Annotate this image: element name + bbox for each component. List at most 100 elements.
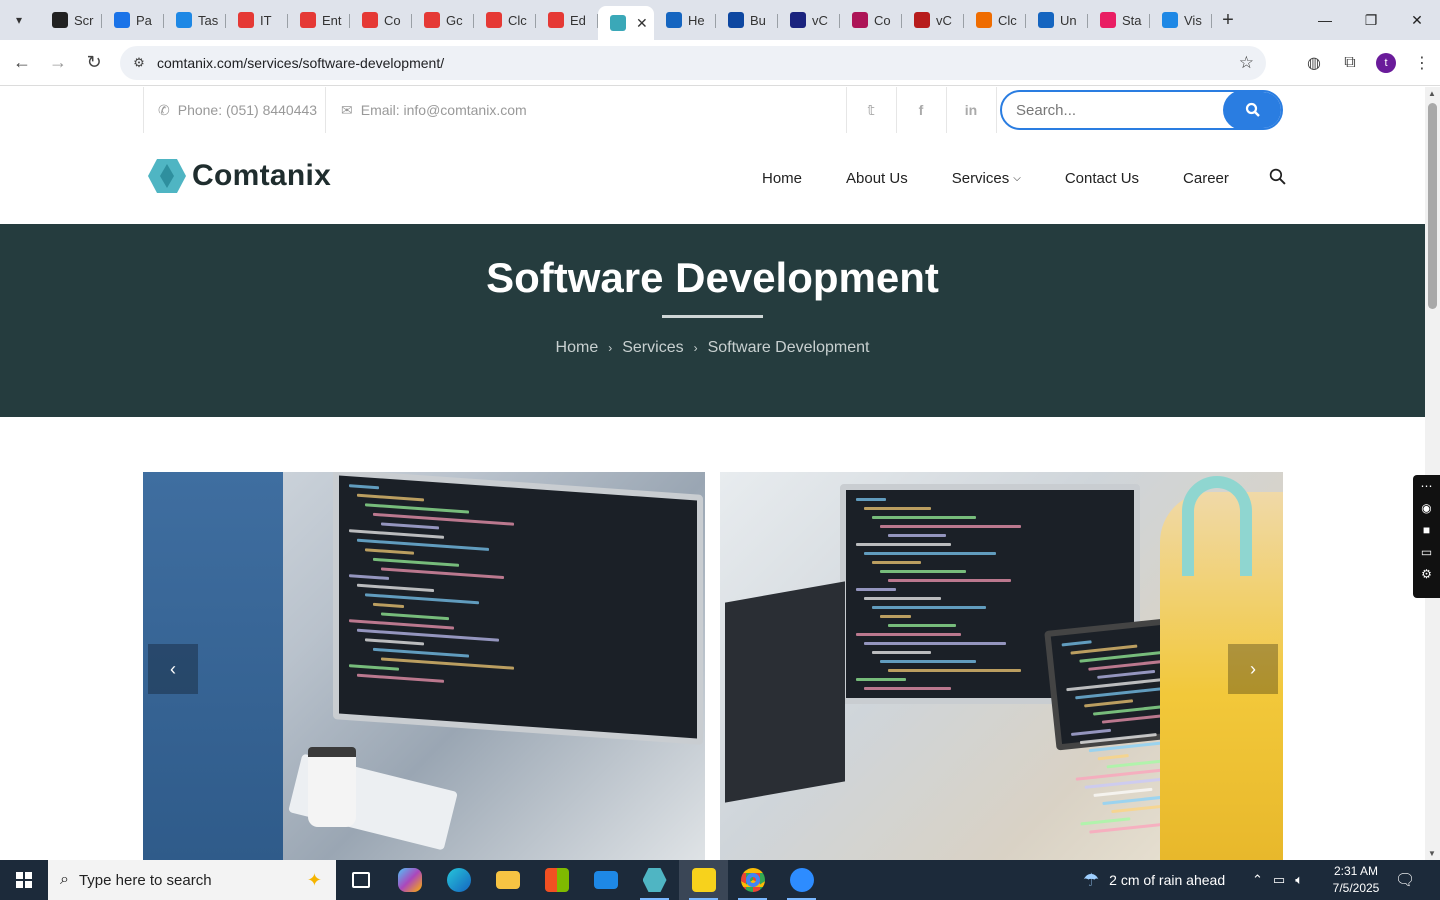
network-icon[interactable]: ▭: [1273, 872, 1285, 888]
page-scrollbar[interactable]: ▲ ▼: [1425, 87, 1440, 860]
logo[interactable]: Comtanix: [148, 159, 331, 193]
copilot-app-icon[interactable]: [385, 860, 434, 900]
email-text[interactable]: Email: info@comtanix.com: [361, 102, 527, 118]
forward-button[interactable]: →: [40, 45, 76, 81]
browser-tab[interactable]: vC: [778, 5, 840, 35]
file-explorer-icon[interactable]: [483, 860, 532, 900]
tab-favicon-icon: [486, 12, 502, 28]
taskbar-search[interactable]: ⌕ Type here to search ✦: [48, 860, 336, 900]
video-icon[interactable]: ■: [1423, 523, 1430, 537]
carousel-prev-button[interactable]: ‹: [148, 644, 198, 694]
nav-home[interactable]: Home: [740, 170, 824, 187]
back-button[interactable]: ←: [4, 45, 40, 81]
nav-career[interactable]: Career: [1161, 170, 1251, 187]
volume-icon[interactable]: 🔈︎: [1295, 872, 1303, 888]
browser-tab[interactable]: Co: [350, 5, 412, 35]
clock[interactable]: 2:31 AM 7/5/2025: [1326, 863, 1386, 897]
code-line: [880, 660, 976, 663]
translate-icon[interactable]: ◍: [1296, 45, 1332, 81]
new-tab-button[interactable]: +: [1214, 6, 1242, 34]
minimize-icon[interactable]: —: [1302, 0, 1348, 40]
breadcrumb-home[interactable]: Home: [556, 339, 599, 357]
browser-tab[interactable]: Co: [840, 5, 902, 35]
restore-icon[interactable]: ❐: [1348, 0, 1394, 40]
zoom-app-icon[interactable]: [777, 860, 826, 900]
code-line: [381, 522, 439, 530]
tab-title: Un: [1060, 12, 1077, 28]
browser-tab[interactable]: IT: [226, 5, 288, 35]
bookmark-star-icon[interactable]: ☆: [1239, 53, 1254, 73]
code-line: [888, 624, 956, 627]
window-capture-icon[interactable]: ▭: [1421, 545, 1432, 559]
comtanix-app-icon[interactable]: [630, 860, 679, 900]
browser-tab[interactable]: Gc: [412, 5, 474, 35]
browser-tab[interactable]: Ent: [288, 5, 350, 35]
tab-favicon-icon: [728, 12, 744, 28]
widget-menu-icon[interactable]: ⋯: [1421, 479, 1433, 493]
browser-tab[interactable]: Vis: [1150, 5, 1212, 35]
scroll-up-icon[interactable]: ▲: [1428, 89, 1436, 98]
tab-strip: ▾ Scr Pa Tas IT Ent Co Gc Clc Ed ✕ He Bu vC Co vC Clc Un…: [0, 0, 1440, 40]
mail-app-icon[interactable]: [581, 860, 630, 900]
start-button[interactable]: [0, 860, 48, 900]
menu-icon[interactable]: ⋮: [1404, 45, 1440, 81]
profile-avatar[interactable]: t: [1376, 53, 1396, 73]
code-line: [864, 552, 996, 555]
chevron-up-icon[interactable]: ⌃: [1252, 872, 1263, 888]
address-bar[interactable]: ⚙ comtanix.com/services/software-develop…: [120, 46, 1266, 80]
browser-tab[interactable]: Un: [1026, 5, 1088, 35]
sticky-notes-icon[interactable]: [679, 860, 728, 900]
chevron-right-icon: ›: [693, 341, 698, 355]
gear-icon[interactable]: ⚙: [1421, 567, 1432, 581]
browser-tab[interactable]: Ed: [536, 5, 598, 35]
store-app-icon[interactable]: [532, 860, 581, 900]
code-line: [349, 574, 389, 580]
scroll-down-icon[interactable]: ▼: [1428, 849, 1436, 858]
tab-search-button[interactable]: ▾: [6, 7, 32, 33]
browser-tab[interactable]: He: [654, 5, 716, 35]
facebook-icon[interactable]: f: [896, 87, 946, 133]
browser-tab[interactable]: Clc: [964, 5, 1026, 35]
scroll-thumb[interactable]: [1428, 103, 1437, 309]
twitter-icon[interactable]: 𝕥: [846, 87, 896, 133]
nav-about-us[interactable]: About Us: [824, 170, 930, 187]
search-input[interactable]: [1002, 101, 1222, 119]
code-line: [373, 557, 459, 567]
browser-tab[interactable]: ✕: [598, 6, 654, 40]
camera-icon[interactable]: ◉: [1421, 501, 1431, 515]
browser-tab[interactable]: Bu: [716, 5, 778, 35]
nav-services[interactable]: Services ⌵: [930, 170, 1043, 187]
logo-hexagon-icon: [148, 159, 186, 193]
edge-app-icon[interactable]: [434, 860, 483, 900]
browser-tab[interactable]: vC: [902, 5, 964, 35]
browser-tab[interactable]: Clc: [474, 5, 536, 35]
tab-list: Scr Pa Tas IT Ent Co Gc Clc Ed ✕ He Bu vC Co vC Clc Un St…: [40, 0, 1212, 40]
notification-icon[interactable]: 🗨︎: [1395, 870, 1415, 890]
search-button[interactable]: [1223, 92, 1281, 128]
carousel-next-button[interactable]: ›: [1228, 644, 1278, 694]
nav-search-icon[interactable]: [1251, 168, 1286, 190]
close-window-icon[interactable]: ✕: [1394, 0, 1440, 40]
tab-favicon-icon: [610, 15, 626, 31]
browser-tab[interactable]: Tas: [164, 5, 226, 35]
code-line: [381, 612, 449, 621]
weather-widget[interactable]: ☂ 2 cm of rain ahead: [1083, 860, 1225, 900]
browser-tab[interactable]: Pa: [102, 5, 164, 35]
reload-button[interactable]: ↻: [76, 45, 112, 81]
browser-tab[interactable]: Sta: [1088, 5, 1150, 35]
breadcrumb-services[interactable]: Services: [622, 339, 683, 357]
browser-tab[interactable]: Scr: [40, 5, 102, 35]
linkedin-icon[interactable]: in: [946, 87, 996, 133]
nav-contact-us[interactable]: Contact Us: [1043, 170, 1161, 187]
task-view-icon[interactable]: [336, 860, 385, 900]
site-info-icon[interactable]: ⚙: [124, 55, 154, 71]
extensions-icon[interactable]: ⧉: [1332, 45, 1368, 81]
search-icon: [1245, 102, 1260, 117]
code-line: [1070, 728, 1112, 736]
code-line: [1097, 754, 1129, 761]
tab-close-icon[interactable]: ✕: [636, 15, 648, 32]
chrome-app-icon[interactable]: [728, 860, 777, 900]
headphones: [1182, 476, 1252, 576]
tab-title: Co: [874, 12, 891, 28]
top-info-bar: ✆ Phone: (051) 8440443 ✉ Email: info@com…: [0, 87, 1425, 133]
